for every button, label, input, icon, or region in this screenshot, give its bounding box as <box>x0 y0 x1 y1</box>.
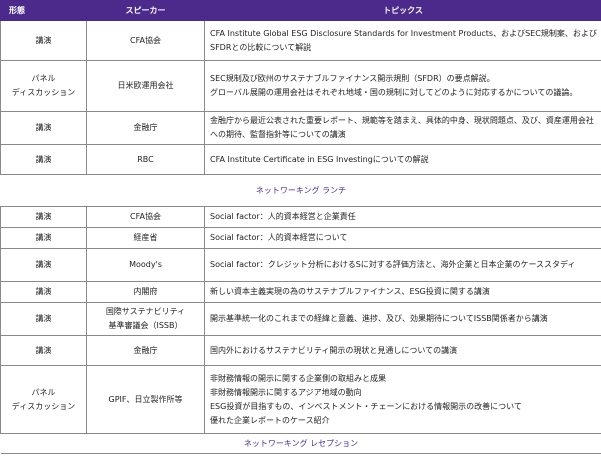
topic-cell: 金融庁から最近公表された重要レポート、規範等を踏まえ、具体的中身、現状問題点、及… <box>204 111 601 145</box>
speaker-cell: CFA協会 <box>86 206 205 228</box>
topic-cell: 開示基準統一化のこれまでの経緯と意義、進捗、及び、効果期待についてISSB関係者… <box>204 302 601 336</box>
speaker-cell: 国際サステナビリティ 基準審議会（ISSB） <box>86 302 205 336</box>
topic-cell: Social factor：人的資本経営について <box>204 227 601 249</box>
agenda-row: 講演 内閣府 新しい資本主義実現の為のサステナブルファイナンス、ESG投資に関する講… <box>0 281 601 303</box>
break-row: ネットワーキング レセプション <box>0 433 601 454</box>
speaker-cell: 日米欧運用会社 <box>86 60 205 112</box>
type-cell: 講演 <box>0 144 87 175</box>
topic-cell: 新しい資本主義実現の為のサステナブルファイナンス、ESG投資に関する講演 <box>204 281 601 303</box>
type-cell: 講演 <box>0 281 87 303</box>
type-cell: 講演 <box>0 111 87 145</box>
speaker-cell: Moody's <box>86 248 205 282</box>
speaker-cell: RBC <box>86 144 205 175</box>
speaker-cell: CFA協会 <box>86 20 205 61</box>
topic-cell: CFA Institute Global ESG Disclosure Stan… <box>204 20 601 61</box>
speaker-cell: 金融庁 <box>86 111 205 145</box>
speaker-cell: GPIF、日立製作所等 <box>86 365 205 434</box>
header-speaker: スピーカー <box>86 0 205 21</box>
agenda-row: 講演 経産省 Social factor：人的資本経営について <box>0 227 601 249</box>
agenda-row: 講演 Moody's Social factor：クレジット分析におけるSに対する評… <box>0 248 601 282</box>
agenda-row: 講演 CFA協会 CFA Institute Global ESG Disclosu… <box>0 20 601 61</box>
type-cell: 講演 <box>0 227 87 249</box>
type-cell: 講演 <box>0 20 87 61</box>
speaker-cell: 経産省 <box>86 227 205 249</box>
speaker-cell: 内閣府 <box>86 281 205 303</box>
agenda-row: パネル ディスカッション 日米欧運用会社 SEC規制及び欧州のサステナブルファイナンス… <box>0 60 601 112</box>
header-row: 形態 スピーカー トピックス <box>0 0 601 21</box>
break-row: ネットワーキング ランチ <box>0 174 601 207</box>
agenda-row: 講演 金融庁 国内外におけるサステナビリティ開示の現状と見通しについての講演 <box>0 335 601 366</box>
type-cell: パネル ディスカッション <box>0 365 87 434</box>
break-label: ネットワーキング ランチ <box>0 174 601 207</box>
agenda-table: 形態 スピーカー トピックス 講演 CFA協会 CFA Institute Glob… <box>0 0 601 454</box>
topic-cell: 国内外におけるサステナビリティ開示の現状と見通しについての講演 <box>204 335 601 366</box>
type-cell: 講演 <box>0 335 87 366</box>
header-topics: トピックス <box>204 0 601 21</box>
break-label: ネットワーキング レセプション <box>0 433 601 454</box>
type-cell: 講演 <box>0 248 87 282</box>
topic-cell: CFA Institute Certificate in ESG Investi… <box>204 144 601 175</box>
type-cell: 講演 <box>0 302 87 336</box>
topic-cell: Social factor：クレジット分析におけるSに対する評価方法と、海外企業… <box>204 248 601 282</box>
agenda-row: 講演 金融庁 金融庁から最近公表された重要レポート、規範等を踏まえ、具体的中身、現状… <box>0 111 601 145</box>
topic-cell: 非財務情報の開示に関する企業側の取組みと成果 非財務情報開示に関するアジア地域の動… <box>204 365 601 434</box>
speaker-cell: 金融庁 <box>86 335 205 366</box>
header-type: 形態 <box>0 0 87 21</box>
agenda-row: 講演 CFA協会 Social factor：人的資本経営と企業責任 <box>0 206 601 228</box>
topic-cell: Social factor：人的資本経営と企業責任 <box>204 206 601 228</box>
agenda-row: 講演 国際サステナビリティ 基準審議会（ISSB） 開示基準統一化のこれまでの経緯と意… <box>0 302 601 336</box>
topic-cell: SEC規制及び欧州のサステナブルファイナンス開示規則（SFDR）の要点解説。 グロ… <box>204 60 601 112</box>
agenda-row: 講演 RBC CFA Institute Certificate in ESG In… <box>0 144 601 175</box>
agenda-row: パネル ディスカッション GPIF、日立製作所等 非財務情報の開示に関する企業側の取組… <box>0 365 601 434</box>
type-cell: パネル ディスカッション <box>0 60 87 112</box>
type-cell: 講演 <box>0 206 87 228</box>
